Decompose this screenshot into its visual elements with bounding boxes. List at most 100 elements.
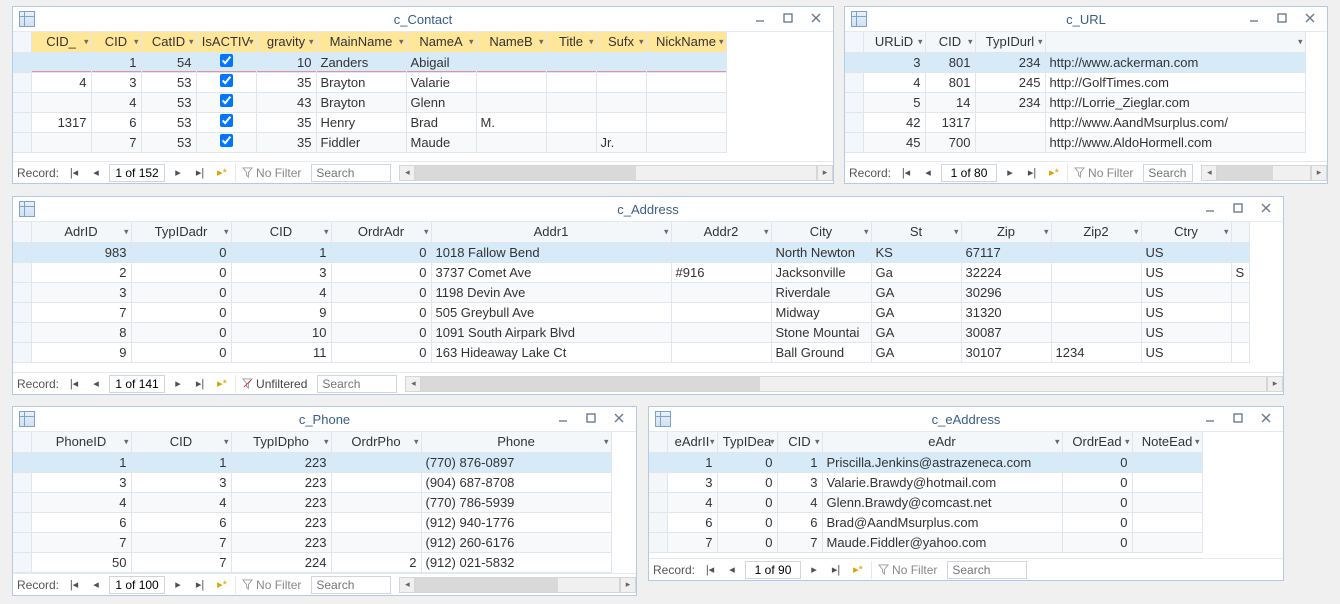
cell[interactable]: 7 [131,532,231,552]
cell[interactable]: http://Lorrie_Zieglar.com [1045,92,1305,112]
cell[interactable]: Maude.Fiddler@yahoo.com [822,532,1062,552]
row-handle[interactable] [649,512,667,532]
cell[interactable]: 0 [331,342,431,362]
cell[interactable]: 223 [231,452,331,472]
filter-indicator[interactable]: Unfiltered [235,375,313,393]
cell[interactable]: Abigail [406,52,476,72]
cell[interactable]: 4 [863,72,925,92]
row-handle[interactable] [845,92,863,112]
row-handle[interactable] [845,52,863,72]
row-handle[interactable] [649,492,667,512]
cell[interactable]: 35 [256,112,316,132]
record-navigation[interactable]: Record: |◂ ◂ ▸ ▸| ▸* Unfiltered ◂ ▸ [13,372,1283,394]
search-input[interactable] [947,561,1027,579]
cell[interactable]: (912) 021-5832 [421,552,611,572]
maximize-icon[interactable] [584,412,598,427]
cell[interactable] [1132,492,1202,512]
col-header[interactable]: CID_▾ [31,32,91,52]
cell[interactable] [671,242,771,262]
cell[interactable]: 224 [231,552,331,572]
cell[interactable]: 0 [131,342,231,362]
nav-last[interactable]: ▸| [191,164,209,182]
cell[interactable] [671,342,771,362]
nav-next[interactable]: ▸ [169,375,187,393]
nav-first[interactable]: |◂ [897,164,915,182]
col-header[interactable]: URLiD▾ [863,32,925,52]
cell[interactable]: 7 [667,532,717,552]
cell[interactable]: Jr. [596,132,646,152]
search-input[interactable] [311,576,391,594]
cell[interactable]: 5 [863,92,925,112]
cell[interactable]: 0 [131,302,231,322]
cell[interactable]: 0 [1062,532,1132,552]
close-icon[interactable] [612,412,626,427]
scroll-right[interactable]: ▸ [1311,165,1327,181]
cell[interactable]: 0 [331,262,431,282]
col-header[interactable]: NickName▾ [646,32,726,52]
row-handle[interactable] [13,132,31,152]
cell[interactable]: 35 [256,72,316,92]
col-header[interactable]: TypIDea▾ [717,432,777,452]
col-header[interactable]: OrdrPho▾ [331,432,421,452]
cell[interactable]: Valarie.Brawdy@hotmail.com [822,472,1062,492]
cell[interactable]: 1 [91,52,141,72]
cell[interactable]: 30087 [961,322,1051,342]
nav-last[interactable]: ▸| [191,576,209,594]
nav-prev[interactable]: ◂ [87,164,105,182]
hscroll-track[interactable] [415,577,620,593]
cell[interactable] [1051,242,1141,262]
cell[interactable]: Ga [871,262,961,282]
cell[interactable]: (770) 786-5939 [421,492,611,512]
cell[interactable]: 42 [863,112,925,132]
cell[interactable]: 10 [231,322,331,342]
row-handle[interactable] [649,532,667,552]
cell[interactable]: http://GolfTimes.com [1045,72,1305,92]
record-input[interactable] [109,164,165,182]
cell[interactable]: 53 [141,92,196,112]
cell[interactable]: 223 [231,472,331,492]
cell-checkbox[interactable] [196,72,256,92]
nav-prev[interactable]: ◂ [723,561,741,579]
row-handle[interactable] [13,322,31,342]
col-header[interactable]: Title▾ [546,32,596,52]
row-handle[interactable] [13,492,31,512]
cell[interactable]: Priscilla.Jenkins@astrazeneca.com [822,452,1062,472]
filter-indicator[interactable]: No Filter [871,561,943,579]
nav-new[interactable]: ▸* [213,164,231,182]
nav-first[interactable]: |◂ [65,375,83,393]
col-header[interactable]: Addr1▾ [431,222,671,242]
cell[interactable]: US [1141,322,1231,342]
record-navigation[interactable]: Record: |◂ ◂ ▸ ▸| ▸* No Filter ◂ ▸ [13,573,636,595]
scroll-left[interactable]: ◂ [399,165,415,181]
cell[interactable]: 0 [131,322,231,342]
cell[interactable]: 234 [975,92,1045,112]
nav-prev[interactable]: ◂ [919,164,937,182]
nav-first[interactable]: |◂ [701,561,719,579]
cell[interactable]: Glenn [406,92,476,112]
nav-next[interactable]: ▸ [1001,164,1019,182]
active-checkbox[interactable] [220,54,233,67]
cell[interactable]: 4 [667,492,717,512]
record-navigation[interactable]: Record: |◂ ◂ ▸ ▸| ▸* No Filter [649,558,1283,580]
cell[interactable]: 4 [777,492,822,512]
cell[interactable]: 1198 Devin Ave [431,282,671,302]
minimize-icon[interactable] [753,12,767,27]
cell[interactable]: 801 [925,72,975,92]
col-header[interactable]: Ctry▾ [1141,222,1231,242]
row-handle[interactable] [649,452,667,472]
row-handle[interactable] [13,342,31,362]
cell[interactable]: GA [871,342,961,362]
cell[interactable] [31,132,91,152]
cell[interactable]: 54 [141,52,196,72]
nav-last[interactable]: ▸| [827,561,845,579]
cell[interactable]: US [1141,282,1231,302]
cell[interactable]: (912) 940-1776 [421,512,611,532]
cell[interactable]: 3 [131,472,231,492]
cell[interactable]: 3 [777,472,822,492]
cell[interactable]: 0 [131,262,231,282]
cell[interactable]: Valarie [406,72,476,92]
cell[interactable]: 983 [31,242,131,262]
cell[interactable] [331,512,421,532]
hscroll-track[interactable] [421,376,1267,392]
cell[interactable]: 3 [667,472,717,492]
